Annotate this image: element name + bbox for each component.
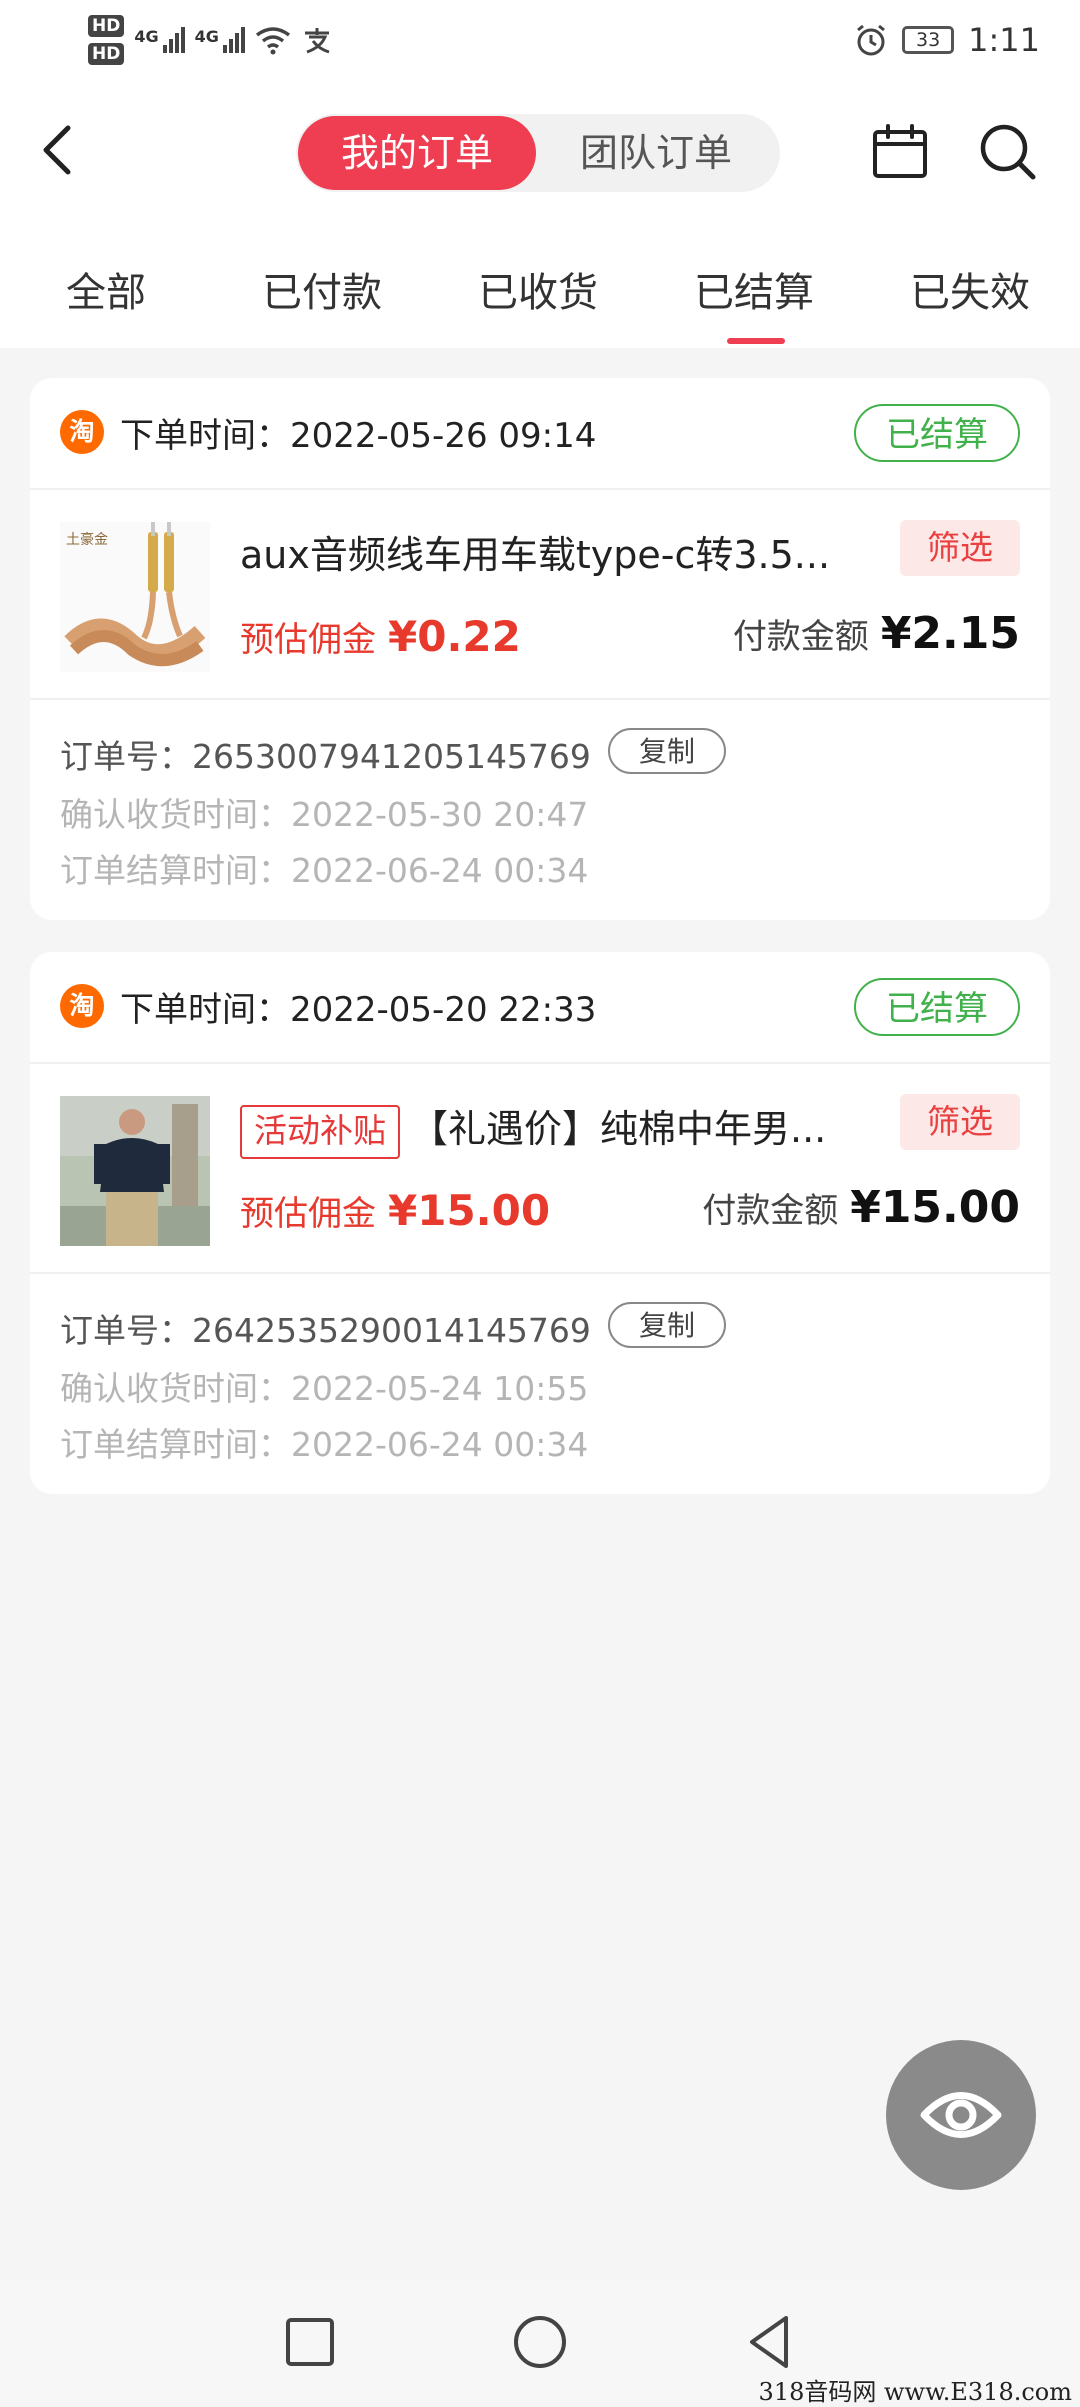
order-number: 订单号：2642535290014145769 — [60, 1311, 591, 1350]
search-icon[interactable] — [978, 122, 1038, 182]
watermark: 318音码网 www.E318.com — [758, 2378, 1072, 2406]
active-tab-indicator — [727, 338, 785, 344]
signal1-icon: 4G — [134, 27, 185, 53]
tab-all[interactable]: 全部 — [66, 260, 146, 318]
clock: 1:11 — [968, 21, 1040, 59]
settlement-time: 订单结算时间：2022-06-24 00:34 — [60, 1425, 589, 1464]
eye-icon — [920, 2092, 1002, 2138]
payment-amount: 付款金额 ¥2.15 — [732, 608, 1020, 659]
status-left: HD HD 4G 4G — [88, 12, 333, 68]
triangle-back-icon[interactable] — [740, 2312, 800, 2372]
status-badge: 已结算 — [854, 404, 1020, 462]
header: 我的订单 团队订单 — [0, 80, 1080, 230]
filter-button[interactable]: 筛选 — [900, 1094, 1020, 1150]
copy-button[interactable]: 复制 — [608, 1302, 726, 1348]
status-tabs: 全部 已付款 已收货 已结算 已失效 — [0, 230, 1080, 348]
eye-toggle-button[interactable] — [886, 2040, 1036, 2190]
order-details: 订单号：2642535290014145769 复制 确认收货时间：2022-0… — [30, 1274, 1050, 1490]
order-header: 淘 下单时间：2022-05-26 09:14 已结算 — [30, 378, 1050, 490]
tab-invalid[interactable]: 已失效 — [910, 260, 1030, 318]
tab-team-orders[interactable]: 团队订单 — [546, 116, 766, 190]
order-product[interactable]: 土豪金 aux音频线车用车载type-c转3.5... 筛选 预估佣金 ¥0.22… — [30, 490, 1050, 700]
back-arrow-icon[interactable] — [38, 120, 78, 180]
payment-amount: 付款金额 ¥15.00 — [702, 1182, 1020, 1233]
battery-icon: 33 — [902, 26, 955, 54]
taobao-icon: 淘 — [60, 984, 104, 1028]
status-badge: 已结算 — [854, 978, 1020, 1036]
alarm-icon — [857, 24, 886, 56]
product-thumbnail[interactable]: 土豪金 — [60, 522, 210, 672]
tab-received[interactable]: 已收货 — [478, 260, 598, 318]
estimated-commission: 预估佣金 ¥15.00 — [240, 1186, 551, 1235]
taobao-icon: 淘 — [60, 410, 104, 454]
order-time: 下单时间：2022-05-26 09:14 — [120, 416, 597, 456]
circle-icon[interactable] — [510, 2312, 570, 2372]
svg-text:土豪金: 土豪金 — [66, 532, 108, 548]
hd1-badge: HD — [88, 15, 125, 37]
tab-my-orders[interactable]: 我的订单 — [298, 116, 536, 190]
product-thumbnail[interactable] — [60, 1096, 210, 1246]
order-scope-switch: 我的订单 团队订单 — [296, 114, 780, 192]
status-bar: HD HD 4G 4G 33 1:11 — [0, 0, 1080, 80]
product-name[interactable]: aux音频线车用车载type-c转3.5... — [240, 524, 840, 579]
copy-button[interactable]: 复制 — [608, 728, 726, 774]
confirm-receipt-time: 确认收货时间：2022-05-30 20:47 — [60, 795, 589, 834]
order-card: 淘 下单时间：2022-05-26 09:14 已结算 土豪金 aux音频线车用… — [30, 378, 1050, 920]
order-number: 订单号：2653007941205145769 — [60, 737, 591, 776]
order-header: 淘 下单时间：2022-05-20 22:33 已结算 — [30, 952, 1050, 1064]
order-details: 订单号：2653007941205145769 复制 确认收货时间：2022-0… — [30, 700, 1050, 916]
calendar-icon[interactable] — [872, 124, 928, 180]
estimated-commission: 预估佣金 ¥0.22 — [240, 612, 521, 661]
alipay-icon — [304, 28, 330, 54]
hd2-badge: HD — [88, 43, 125, 65]
activity-subsidy-tag: 活动补贴 — [240, 1104, 400, 1159]
square-icon[interactable] — [280, 2312, 340, 2372]
wifi-icon — [255, 27, 290, 55]
product-name[interactable]: 活动补贴 【礼遇价】纯棉中年男... — [240, 1098, 840, 1159]
tab-paid[interactable]: 已付款 — [262, 260, 382, 318]
settlement-time: 订单结算时间：2022-06-24 00:34 — [60, 851, 589, 890]
tab-settled[interactable]: 已结算 — [694, 260, 814, 318]
order-time: 下单时间：2022-05-20 22:33 — [120, 990, 597, 1030]
status-right: 33 1:11 — [854, 14, 1040, 66]
order-product[interactable]: 活动补贴 【礼遇价】纯棉中年男... 筛选 预估佣金 ¥15.00 付款金额 ¥15.… — [30, 1064, 1050, 1274]
confirm-receipt-time: 确认收货时间：2022-05-24 10:55 — [60, 1369, 589, 1408]
filter-button[interactable]: 筛选 — [900, 520, 1020, 576]
order-card: 淘 下单时间：2022-05-20 22:33 已结算 活动补贴 【礼遇价】纯棉中… — [30, 952, 1050, 1494]
signal2-icon: 4G — [195, 27, 245, 53]
